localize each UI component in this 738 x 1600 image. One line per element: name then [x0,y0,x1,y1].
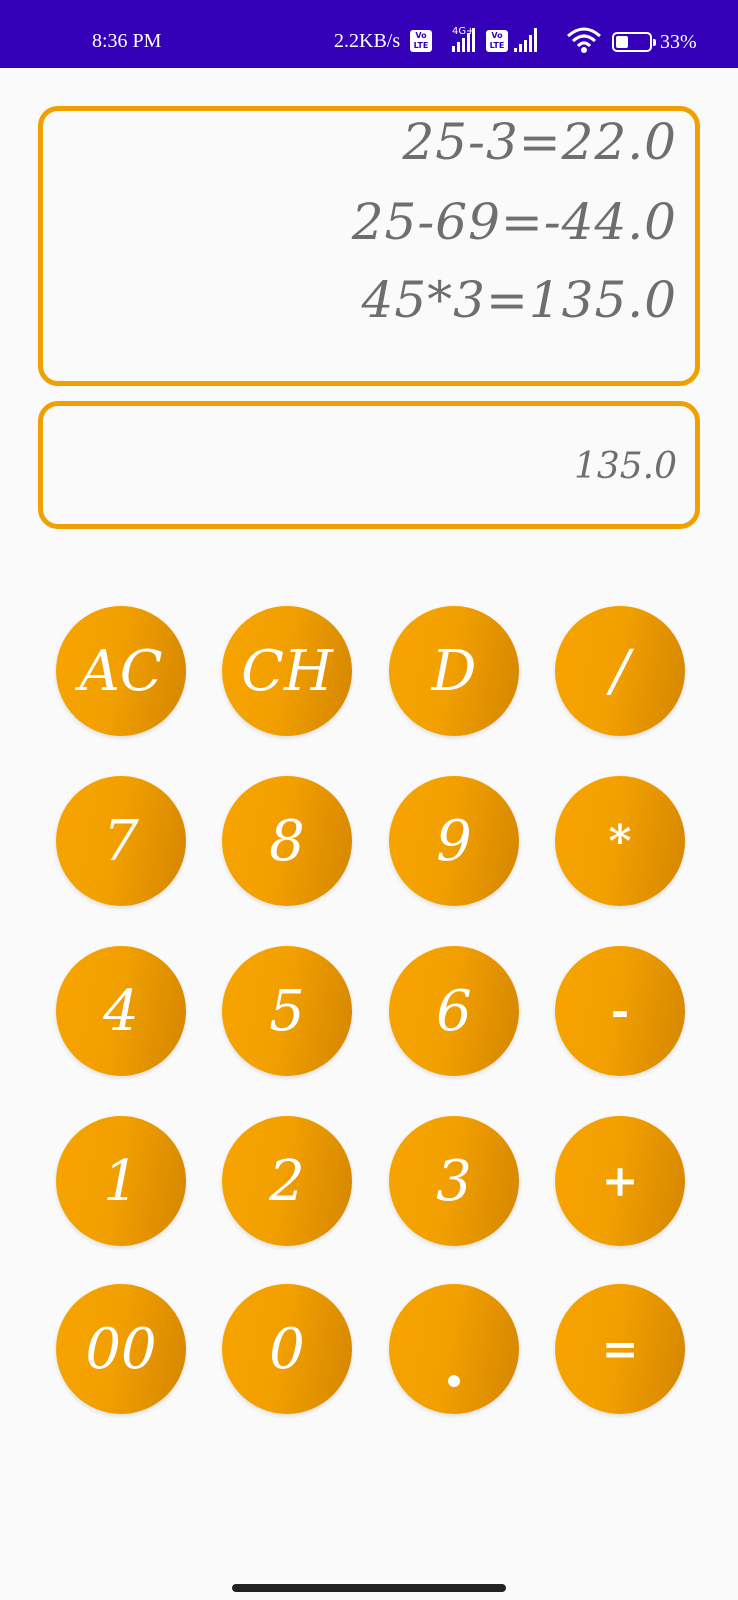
history-display: 25-3=22.0 25-69=-44.0 45*3=135.0 [38,106,700,386]
digit-2-button[interactable]: 2 [222,1116,352,1246]
volte-icon-sim2: Vo LTE [486,30,508,52]
digit-6-button[interactable]: 6 [389,946,519,1076]
network-speed: 2.2KB/s [334,30,401,52]
digit-8-button[interactable]: 8 [222,776,352,906]
equals-button[interactable]: = [555,1284,685,1414]
signal-strength-icon [452,28,478,52]
home-indicator[interactable] [232,1584,506,1592]
digit-7-button[interactable]: 7 [56,776,186,906]
result-display: 135.0 [38,401,700,529]
digit-3-button[interactable]: 3 [389,1116,519,1246]
digit-5-button[interactable]: 5 [222,946,352,1076]
history-line: 45*3=135.0 [361,271,677,329]
clear-history-button[interactable]: CH [222,606,352,736]
wifi-icon [567,27,601,53]
digit-9-button[interactable]: 9 [389,776,519,906]
double-zero-button[interactable]: 00 [56,1284,186,1414]
status-bar: 8:36 PM 2.2KB/s Vo LTE 4G+ Vo LTE 33% [0,0,738,68]
status-time: 8:36 PM [92,30,162,52]
battery-icon [612,32,656,52]
delete-button[interactable]: D [389,606,519,736]
volte-icon: Vo LTE [410,30,432,52]
signal-strength-icon-sim2 [514,28,542,52]
digit-4-button[interactable]: 4 [56,946,186,1076]
multiply-button[interactable]: * [555,776,685,906]
digit-1-button[interactable]: 1 [56,1116,186,1246]
divide-button[interactable]: / [555,606,685,736]
history-line: 25-69=-44.0 [351,193,677,251]
decimal-point-button[interactable]: . [389,1284,519,1414]
battery-percent: 33% [660,31,697,53]
digit-0-button[interactable]: 0 [222,1284,352,1414]
history-line: 25-3=22.0 [402,113,677,171]
minus-button[interactable]: - [555,946,685,1076]
result-value: 135.0 [573,446,677,487]
clear-all-button[interactable]: AC [56,606,186,736]
plus-button[interactable]: + [555,1116,685,1246]
